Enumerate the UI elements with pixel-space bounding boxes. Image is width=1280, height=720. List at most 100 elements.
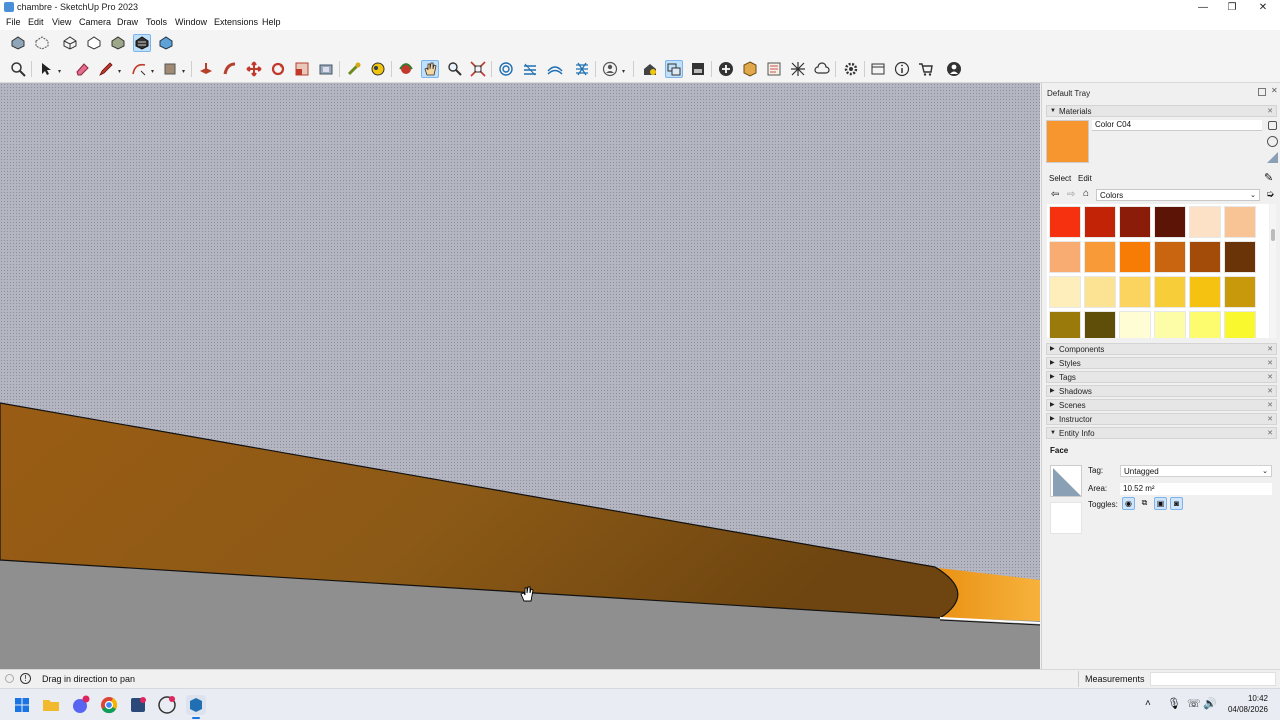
speaker-icon[interactable]: 🔊 (1203, 697, 1217, 710)
tape-measure-icon[interactable] (345, 60, 363, 78)
pan-icon[interactable] (421, 60, 439, 78)
info-icon[interactable] (893, 60, 911, 78)
extension-manager-icon[interactable] (741, 60, 759, 78)
sample-paint-icon[interactable] (1267, 152, 1278, 163)
hidden-line-icon[interactable] (85, 34, 103, 52)
material-swatch[interactable] (1119, 241, 1151, 273)
material-swatch[interactable] (1224, 206, 1256, 238)
material-swatch[interactable] (1084, 241, 1116, 273)
sandbox-smoove-icon[interactable] (546, 60, 564, 78)
material-swatch[interactable] (1154, 276, 1186, 308)
material-name-field[interactable]: Color C04 (1092, 120, 1262, 131)
layout-icon[interactable] (765, 60, 783, 78)
monochrome-icon[interactable] (157, 34, 175, 52)
select-icon[interactable] (37, 60, 55, 78)
forward-arrow-icon[interactable]: ⇨ (1067, 189, 1075, 200)
tags-panel-header[interactable]: ▶ Tags ✕ (1046, 371, 1277, 383)
windows-start-icon[interactable] (12, 695, 32, 715)
scale-icon[interactable] (293, 60, 311, 78)
pin-icon[interactable] (1258, 88, 1266, 96)
material-swatch[interactable] (1049, 311, 1081, 338)
material-swatch[interactable] (1049, 206, 1081, 238)
back-edges-icon[interactable] (33, 34, 51, 52)
material-swatch[interactable] (1189, 206, 1221, 238)
wireframe-icon[interactable] (61, 34, 79, 52)
visible-toggle-icon[interactable]: ◉ (1122, 497, 1135, 510)
receive-shadow-toggle-icon[interactable]: ◙ (1170, 497, 1183, 510)
settings-icon[interactable] (842, 60, 860, 78)
instructor-panel-header[interactable]: ▶ Instructor ✕ (1046, 413, 1277, 425)
paint-rectangle-icon[interactable] (161, 60, 179, 78)
back-arrow-icon[interactable]: ⇦ (1051, 189, 1059, 200)
cart-icon[interactable] (917, 60, 935, 78)
shadows-panel-header[interactable]: ▶ Shadows ✕ (1046, 385, 1277, 397)
material-swatch[interactable] (1224, 276, 1256, 308)
shaded-textures-icon[interactable] (133, 34, 151, 52)
chevron-down-icon[interactable]: ▾ (58, 68, 64, 75)
zoom-window-icon[interactable] (469, 60, 487, 78)
sandbox-drape-icon[interactable] (573, 60, 591, 78)
panel-close-icon[interactable]: ✕ (1267, 372, 1273, 383)
material-swatch[interactable] (1049, 241, 1081, 273)
components-icon[interactable] (665, 60, 683, 78)
follow-me-icon[interactable] (221, 60, 239, 78)
xray-icon[interactable] (9, 34, 27, 52)
maximize-button[interactable]: ❐ (1217, 0, 1247, 15)
details-arrow-icon[interactable]: ➭ (1266, 189, 1274, 200)
menu-window[interactable]: Window (175, 17, 207, 27)
zoom-extents-icon[interactable] (9, 60, 27, 78)
close-button[interactable]: ✕ (1248, 0, 1278, 15)
account-icon[interactable] (601, 60, 619, 78)
chevron-down-icon[interactable]: ▾ (151, 68, 157, 75)
github-icon[interactable] (157, 695, 177, 715)
menu-extensions[interactable]: Extensions (214, 17, 258, 27)
material-swatch[interactable] (1224, 311, 1256, 338)
chevron-up-icon[interactable]: ˄ (1145, 698, 1151, 709)
extension-warehouse-icon[interactable] (689, 60, 707, 78)
arc-icon[interactable] (130, 60, 148, 78)
cloud-icon[interactable] (813, 60, 831, 78)
texture-icon[interactable] (789, 60, 807, 78)
chevron-down-icon[interactable]: ▾ (118, 68, 124, 75)
menu-tools[interactable]: Tools (146, 17, 167, 27)
rotate-icon[interactable] (269, 60, 287, 78)
warehouse-icon[interactable] (641, 60, 659, 78)
materials-panel-header[interactable]: ▼ Materials ✕ (1046, 105, 1277, 117)
shaded-icon[interactable] (109, 34, 127, 52)
tab-edit[interactable]: Edit (1078, 174, 1092, 183)
material-swatch[interactable] (1084, 206, 1116, 238)
panel-close-icon[interactable]: ✕ (1267, 344, 1273, 355)
eyedropper-icon[interactable]: ✎ (1264, 171, 1273, 184)
components-panel-header[interactable]: ▶ Components ✕ (1046, 343, 1277, 355)
measurements-input[interactable] (1150, 672, 1276, 686)
add-icon[interactable] (717, 60, 735, 78)
minimize-button[interactable]: — (1188, 0, 1218, 15)
tag-dropdown[interactable]: Untagged ⌄ (1120, 465, 1272, 477)
menu-help[interactable]: Help (262, 17, 281, 27)
pencil-line-icon[interactable] (97, 60, 115, 78)
push-pull-icon[interactable] (197, 60, 215, 78)
panel-close-icon[interactable]: ✕ (1267, 400, 1273, 411)
menu-edit[interactable]: Edit (28, 17, 44, 27)
phone-icon[interactable]: ☏ (1187, 697, 1201, 710)
offset-icon[interactable] (317, 60, 335, 78)
clock-time[interactable]: 10:42 (1228, 694, 1268, 703)
styles-panel-header[interactable]: ▶ Styles ✕ (1046, 357, 1277, 369)
zoom-icon[interactable] (445, 60, 463, 78)
panel-close-icon[interactable]: ✕ (1267, 428, 1273, 439)
menu-file[interactable]: File (6, 17, 21, 27)
move-icon[interactable] (245, 60, 263, 78)
create-material-icon[interactable] (1267, 136, 1278, 147)
material-swatch[interactable] (1119, 206, 1151, 238)
paint-bucket-icon[interactable] (369, 60, 387, 78)
3d-viewport[interactable] (0, 83, 1040, 669)
panel-close-icon[interactable]: ✕ (1267, 414, 1273, 425)
scenes-icon[interactable] (869, 60, 887, 78)
material-swatch[interactable] (1189, 276, 1221, 308)
material-swatch[interactable] (1119, 276, 1151, 308)
clock-date[interactable]: 04/08/2026 (1222, 705, 1268, 714)
sandbox-from-contours-icon[interactable] (497, 60, 515, 78)
file-explorer-icon[interactable] (41, 695, 61, 715)
panel-close-icon[interactable]: ✕ (1267, 106, 1273, 117)
app-icon[interactable] (128, 695, 148, 715)
